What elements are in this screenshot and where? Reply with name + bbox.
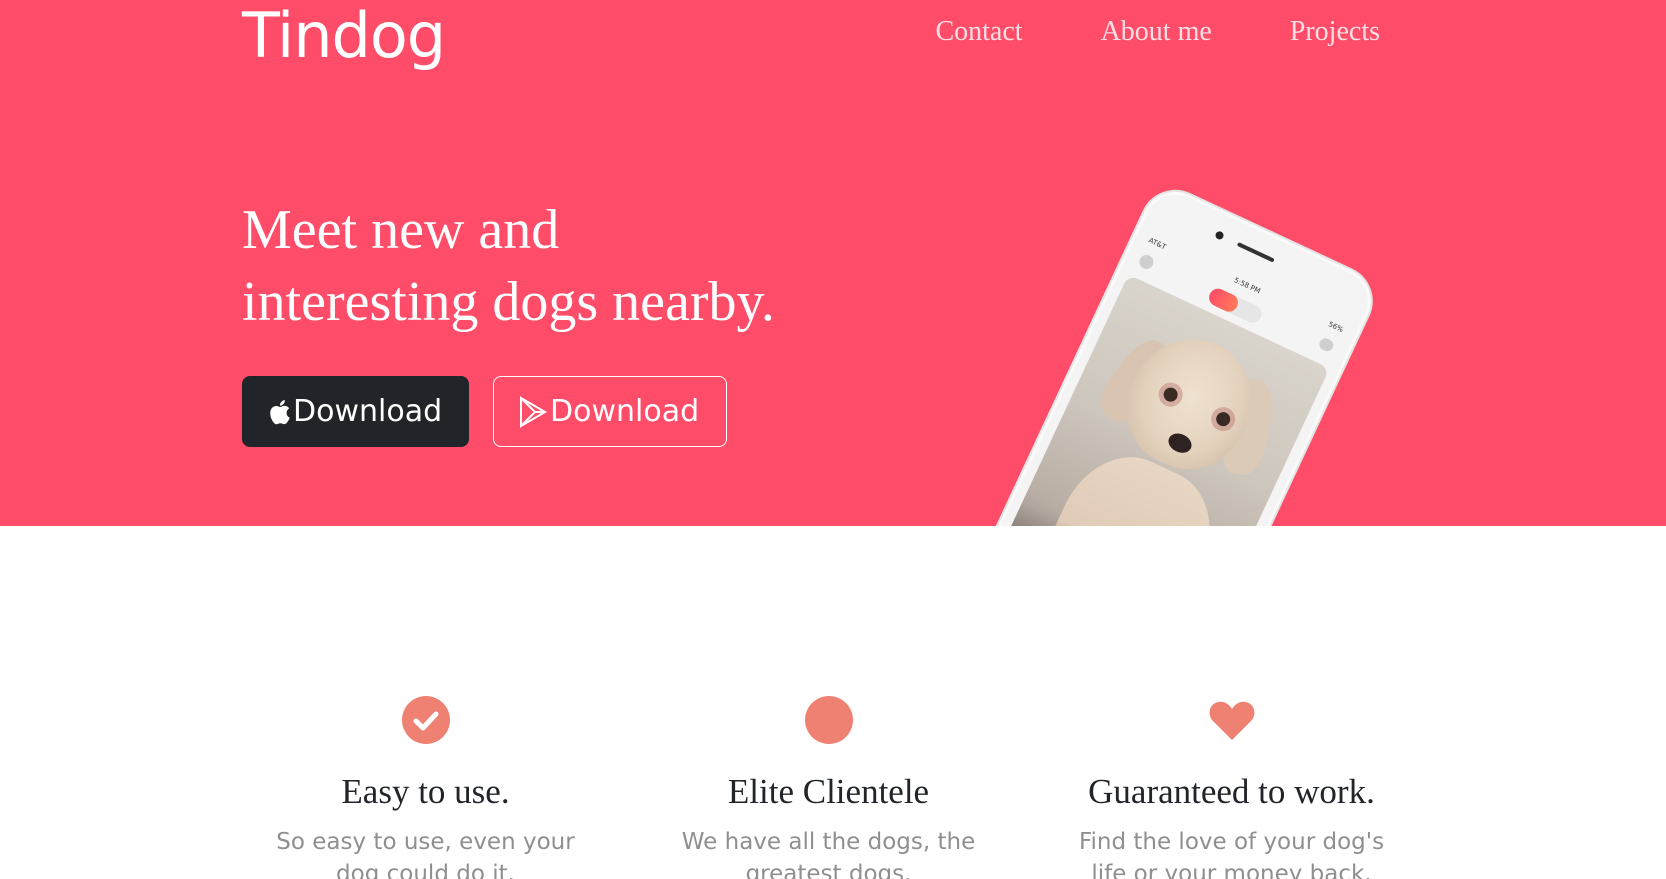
phone-mockup: AT&T 5:58 PM 56% ↺ ✕ xyxy=(946,178,1385,526)
apple-download-label: Download xyxy=(293,394,443,429)
hero-headline-line1: Meet new and xyxy=(242,199,560,261)
circle-icon xyxy=(805,696,853,744)
play-download-button[interactable]: Download xyxy=(493,376,727,447)
hero-headline-line2: interesting dogs nearby. xyxy=(242,271,775,333)
feature-title: Elite Clientele xyxy=(727,772,930,811)
check-circle-icon xyxy=(402,696,450,744)
heart-icon xyxy=(1209,701,1255,740)
top-nav: Contact About me Projects xyxy=(935,16,1380,48)
apple-icon xyxy=(270,399,290,424)
feature-text: We have all the dogs, the greatest dogs. xyxy=(681,829,976,879)
nav-link-about[interactable]: About me xyxy=(1101,16,1212,48)
nav-link-contact[interactable]: Contact xyxy=(935,16,1022,48)
features-section: Easy to use. So easy to use, even your d… xyxy=(0,526,1666,879)
hero-section: Tindog Contact About me Projects Meet ne… xyxy=(0,0,1666,526)
feature-title: Easy to use. xyxy=(341,772,510,811)
brand-logo[interactable]: Tindog xyxy=(242,0,446,72)
google-play-icon xyxy=(520,395,547,428)
feature-title: Guaranteed to work. xyxy=(1088,772,1375,811)
feature-text: Find the love of your dog's life or your… xyxy=(1078,829,1385,879)
play-download-label: Download xyxy=(550,394,700,429)
feature-text: So easy to use, even your dog could do i… xyxy=(276,829,575,879)
nav-link-projects[interactable]: Projects xyxy=(1290,16,1380,48)
apple-download-button[interactable]: Download xyxy=(242,376,469,447)
hero-headline: Meet new and interesting dogs nearby. xyxy=(242,194,862,338)
